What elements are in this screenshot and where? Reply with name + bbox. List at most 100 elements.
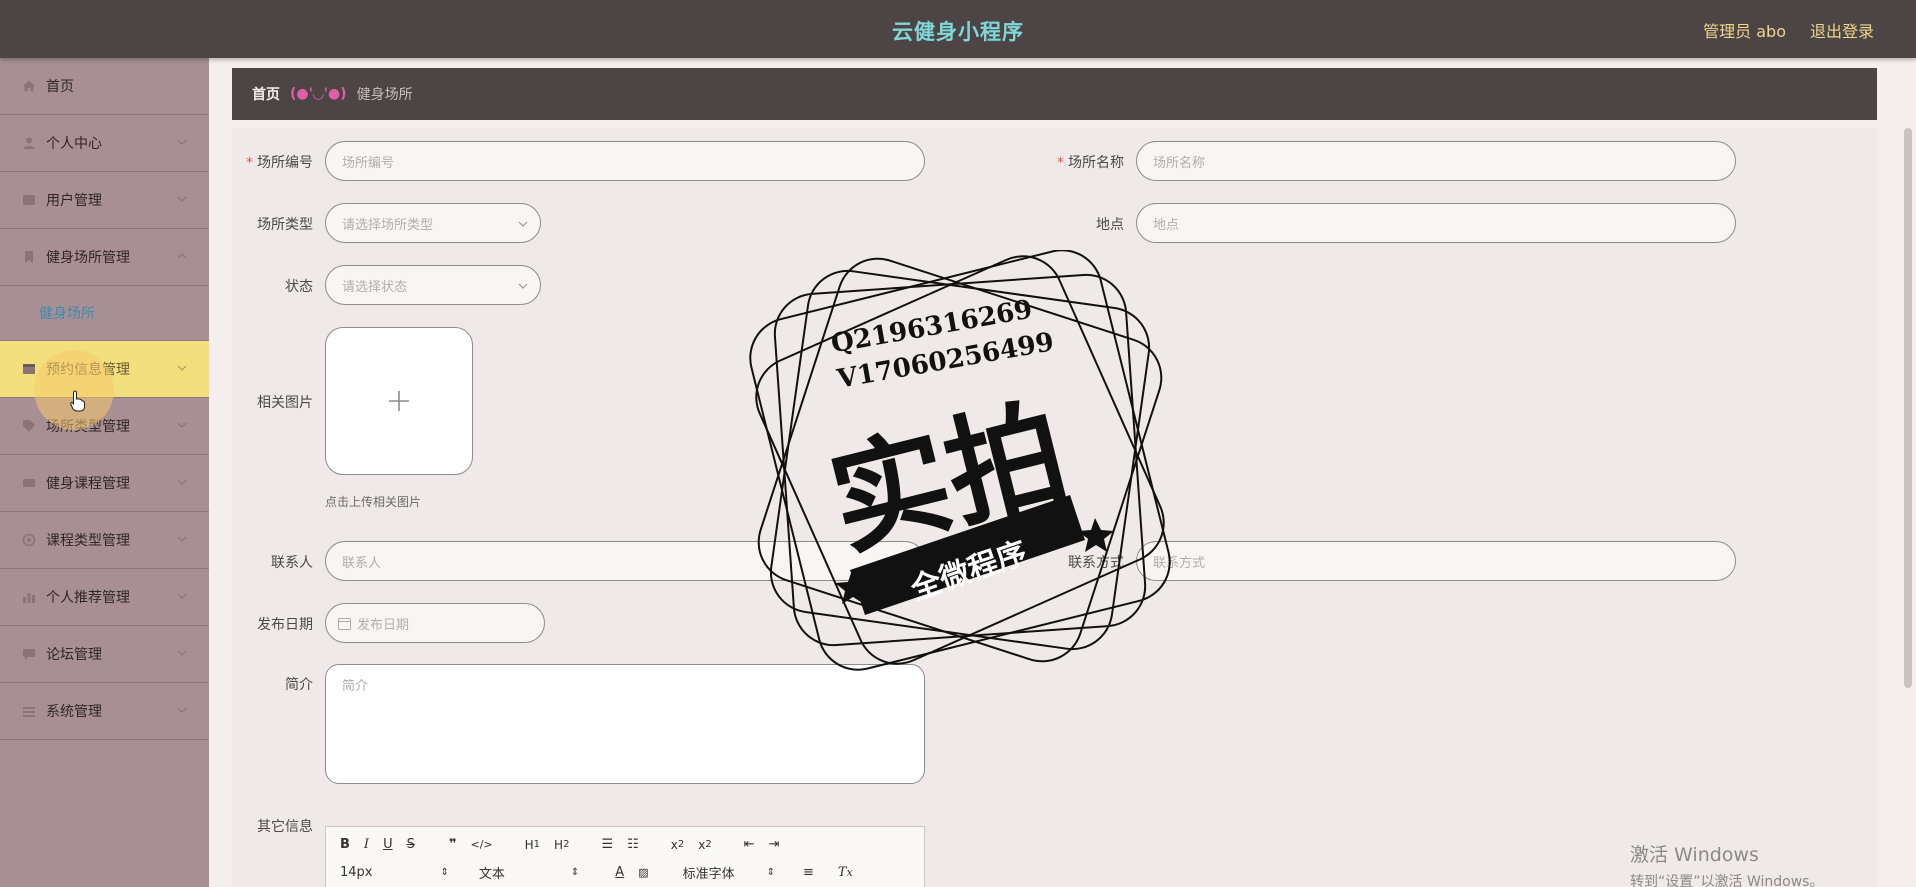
sidebar-item-course-type-management[interactable]: 课程类型管理 [0,512,209,569]
sidebar-item-recommend-management[interactable]: 个人推荐管理 [0,569,209,626]
admin-name: 管理员 abo [1703,22,1786,41]
status-select[interactable]: 请选择状态 [325,265,541,305]
sidebar-item-system-management[interactable]: 系统管理 [0,683,209,740]
editor-toolbar-row-2: 14px ⇕ 文本 ⇕ A ▨ 标准字体 ⇕ ≡ Tx [340,863,853,882]
sidebar-item-booking-management[interactable]: 预约信息管理 [0,341,209,398]
heading-2-icon[interactable]: H2 [554,838,569,852]
status-label: 状态 [285,279,313,295]
intro-textarea[interactable]: 简介 [325,664,925,784]
chevron-down-icon [177,422,187,428]
location-label: 地点 [1096,217,1124,233]
sidebar: 首页 个人中心 用户管理 健身场所管理 健身场所 预约信息管理 场所类型管理 健… [0,58,209,887]
forum-icon [22,647,36,661]
course-icon [22,476,36,490]
intro-label: 简介 [285,677,313,693]
blockquote-icon[interactable]: ❞ [449,837,457,852]
venue-name-label: * 场所名称 [1057,155,1124,171]
top-right-links: 管理员 abo 退出登录 [1703,18,1874,42]
font-size-select[interactable]: 14px ⇕ [340,865,449,880]
contact-label: 联系人 [271,555,313,571]
top-bar: 云健身小程序 管理员 abo 退出登录 [0,0,1916,58]
chevron-down-icon [177,253,187,259]
venue-icon [22,250,36,264]
venue-no-label: * 场所编号 [246,155,313,171]
venue-no-input[interactable]: 场所编号 [325,141,925,181]
font-color-icon[interactable]: A [615,865,624,880]
images-label: 相关图片 [257,395,313,411]
user-icon [22,136,36,150]
publish-date-label: 发布日期 [257,617,313,633]
chart-icon [22,590,36,604]
chevron-down-icon [177,593,187,599]
underline-icon[interactable]: U [383,837,393,852]
chevron-down-icon [177,479,187,485]
text-style-select[interactable]: 文本 ⇕ [479,863,579,882]
strikethrough-icon[interactable]: S [407,837,415,852]
scrollbar-thumb[interactable] [1904,128,1912,688]
sidebar-item-label: 论坛管理 [46,647,102,663]
sidebar-item-venue-type-management[interactable]: 场所类型管理 [0,398,209,455]
contact-method-input[interactable]: 联系方式 [1136,541,1736,581]
sidebar-item-forum-management[interactable]: 论坛管理 [0,626,209,683]
vertical-scrollbar[interactable] [1900,58,1916,887]
location-input[interactable]: 地点 [1136,203,1736,243]
sidebar-subitem-venue[interactable]: 健身场所 [0,286,209,341]
category-icon [22,533,36,547]
venue-name-input[interactable]: 场所名称 [1136,141,1736,181]
image-upload-box[interactable] [325,327,473,475]
code-block-icon[interactable]: </> [470,838,492,851]
chevron-down-icon [177,536,187,542]
breadcrumb-current: 健身场所 [356,87,413,103]
sidebar-item-label: 预约信息管理 [46,362,130,378]
sidebar-item-label: 个人中心 [46,136,102,152]
chevron-down-icon [177,707,187,713]
breadcrumb: 首页 (●'◡'●) 健身场所 [232,68,1877,120]
publish-date-input[interactable]: 发布日期 [325,603,545,643]
sidebar-item-venue-management[interactable]: 健身场所管理 [0,229,209,286]
breadcrumb-home[interactable]: 首页 [252,84,280,104]
windows-activation-title: 激活 Windows [1630,844,1759,866]
calendar-icon [22,362,36,376]
ordered-list-icon[interactable]: ☰ [601,837,613,852]
logout-link[interactable]: 退出登录 [1810,18,1874,42]
users-icon [22,193,36,207]
contact-method-label: 联系方式 [1068,555,1124,571]
sidebar-item-label: 健身课程管理 [46,476,130,492]
sidebar-item-label: 用户管理 [46,193,102,209]
rich-text-editor[interactable]: B I U S ❞ </> H1 H2 ☰ ☷ x2 x2 ⇤ ⇥ 14px ⇕ … [325,826,925,887]
italic-icon[interactable]: I [364,837,369,852]
align-icon[interactable]: ≡ [803,865,814,880]
windows-activation-subtitle: 转到“设置”以激活 Windows。 [1630,874,1824,887]
outdent-icon[interactable]: ⇤ [744,837,755,852]
contact-input[interactable]: 联系人 [325,541,925,581]
subscript-icon[interactable]: x2 [671,838,684,852]
sidebar-item-label: 系统管理 [46,704,102,720]
bold-icon[interactable]: B [340,837,350,852]
calendar-icon [338,617,351,630]
sidebar-item-label: 健身场所管理 [46,250,130,266]
chevron-down-icon [177,365,187,371]
chevron-down-icon [518,283,528,289]
home-icon [22,79,36,93]
clear-format-icon[interactable]: Tx [838,865,853,880]
tag-icon [22,419,36,433]
sidebar-item-label: 个人推荐管理 [46,590,130,606]
bullet-list-icon[interactable]: ☷ [627,837,639,852]
venue-type-select[interactable]: 请选择场所类型 [325,203,541,243]
indent-icon[interactable]: ⇥ [769,837,780,852]
chevron-down-icon [518,221,528,227]
breadcrumb-separator: (●'◡'●) [290,86,347,102]
editor-toolbar-row-1: B I U S ❞ </> H1 H2 ☰ ☷ x2 x2 ⇤ ⇥ [340,837,780,852]
sidebar-item-label: 场所类型管理 [46,419,130,435]
chevron-down-icon [177,139,187,145]
background-color-icon[interactable]: ▨ [638,866,648,879]
sidebar-item-user-management[interactable]: 用户管理 [0,172,209,229]
sidebar-item-personal-center[interactable]: 个人中心 [0,115,209,172]
app-title: 云健身小程序 [892,20,1024,44]
sidebar-item-home[interactable]: 首页 [0,58,209,115]
plus-icon [389,391,409,411]
superscript-icon[interactable]: x2 [698,838,711,852]
font-family-select[interactable]: 标准字体 ⇕ [683,863,775,882]
heading-1-icon[interactable]: H1 [525,838,540,852]
sidebar-item-course-management[interactable]: 健身课程管理 [0,455,209,512]
